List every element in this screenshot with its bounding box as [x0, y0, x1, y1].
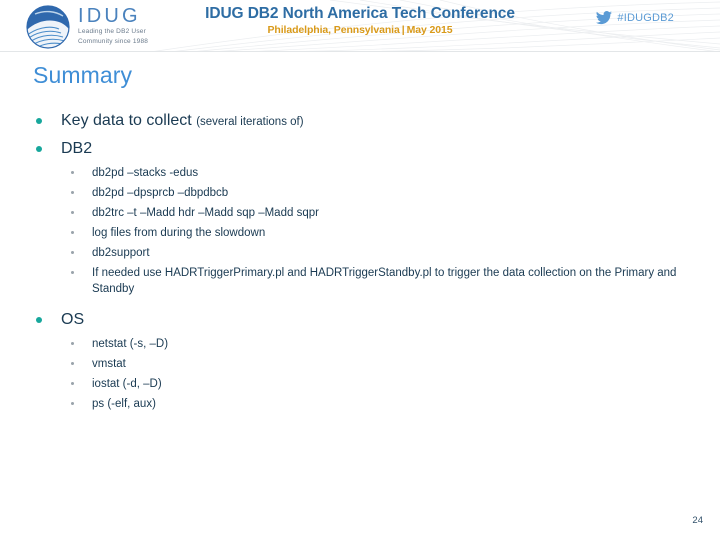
sub-bullet-text: log files from during the slowdown	[92, 227, 266, 239]
sub-bullet-dot-icon	[71, 211, 74, 214]
list-item: ps (-elf, aux)	[60, 396, 683, 412]
sub-bullet-text: db2pd –stacks -edus	[92, 167, 199, 179]
sub-bullet-dot-icon	[71, 362, 74, 365]
conference-location: Philadelphia, Pennsylvania	[267, 24, 400, 36]
sub-bullet-dot-icon	[71, 382, 74, 385]
bullet-note: (several iterations of)	[196, 116, 304, 128]
bullet-list-level2: db2pd –stacks -edus db2pd –dpsprcb –dbpd…	[60, 165, 683, 297]
bullet-text: DB2	[61, 140, 93, 157]
list-item: db2support	[60, 245, 683, 261]
sub-bullet-dot-icon	[71, 342, 74, 345]
twitter-hashtag: #IDUGDB2	[617, 12, 674, 24]
sub-bullet-dot-icon	[71, 231, 74, 234]
list-item: DB2	[33, 138, 683, 160]
list-item: OS	[33, 309, 683, 331]
sub-bullet-text: db2trc –t –Madd hdr –Madd sqp –Madd sqpr	[92, 207, 319, 219]
list-item: db2pd –stacks -edus	[60, 165, 683, 181]
sub-bullet-dot-icon	[71, 402, 74, 405]
bullet-dot-icon	[36, 317, 42, 323]
sub-bullet-text: db2support	[92, 247, 150, 259]
list-item: db2trc –t –Madd hdr –Madd sqp –Madd sqpr	[60, 205, 683, 221]
sub-bullet-dot-icon	[71, 191, 74, 194]
page-number: 24	[692, 515, 703, 526]
bullet-dot-icon	[36, 118, 42, 124]
sub-bullet-text: iostat (-d, –D)	[92, 378, 162, 390]
sub-bullet-text: vmstat	[92, 358, 126, 370]
sub-bullet-dot-icon	[71, 251, 74, 254]
sub-bullet-text: db2pd –dpsprcb –dbpdbcb	[92, 187, 229, 199]
conference-separator: |	[401, 24, 405, 36]
bullet-dot-icon	[36, 146, 42, 152]
sub-bullet-text: ps (-elf, aux)	[92, 398, 156, 410]
list-item: netstat (-s, –D)	[60, 336, 683, 352]
bullet-list-level2: netstat (-s, –D) vmstat iostat (-d, –D) …	[60, 336, 683, 412]
bullet-text: Key data to collect	[61, 112, 197, 129]
list-item: Key data to collect (several iterations …	[33, 110, 683, 133]
page-title: Summary	[33, 62, 133, 88]
sub-bullet-dot-icon	[71, 171, 74, 174]
sub-list-os: netstat (-s, –D) vmstat iostat (-d, –D) …	[60, 336, 683, 412]
list-item: db2pd –dpsprcb –dbpdbcb	[60, 185, 683, 201]
slide-header: IDUG Leading the DB2 User Community sinc…	[0, 0, 720, 52]
list-item: iostat (-d, –D)	[60, 376, 683, 392]
bullet-list-level1: Key data to collect (several iterations …	[33, 110, 683, 412]
slide-body: Key data to collect (several iterations …	[33, 110, 683, 416]
conference-date: May 2015	[406, 24, 453, 36]
sub-bullet-dot-icon	[71, 271, 74, 274]
list-item: vmstat	[60, 356, 683, 372]
sub-bullet-text: If needed use HADRTriggerPrimary.pl and …	[92, 267, 677, 295]
sub-list-db2: db2pd –stacks -edus db2pd –dpsprcb –dbpd…	[60, 165, 683, 297]
header-divider	[0, 51, 720, 52]
slide-canvas: IDUG Leading the DB2 User Community sinc…	[0, 0, 720, 540]
list-item: If needed use HADRTriggerPrimary.pl and …	[60, 265, 683, 297]
conference-subtitle: Philadelphia, Pennsylvania | May 2015	[0, 24, 720, 36]
logo-tagline-2: Community since 1988	[78, 37, 149, 45]
twitter-handle-block[interactable]: #IDUGDB2	[595, 11, 674, 25]
twitter-bird-icon	[596, 11, 613, 25]
list-item: log files from during the slowdown	[60, 225, 683, 241]
sub-bullet-text: netstat (-s, –D)	[92, 338, 169, 350]
bullet-text: OS	[61, 311, 85, 328]
